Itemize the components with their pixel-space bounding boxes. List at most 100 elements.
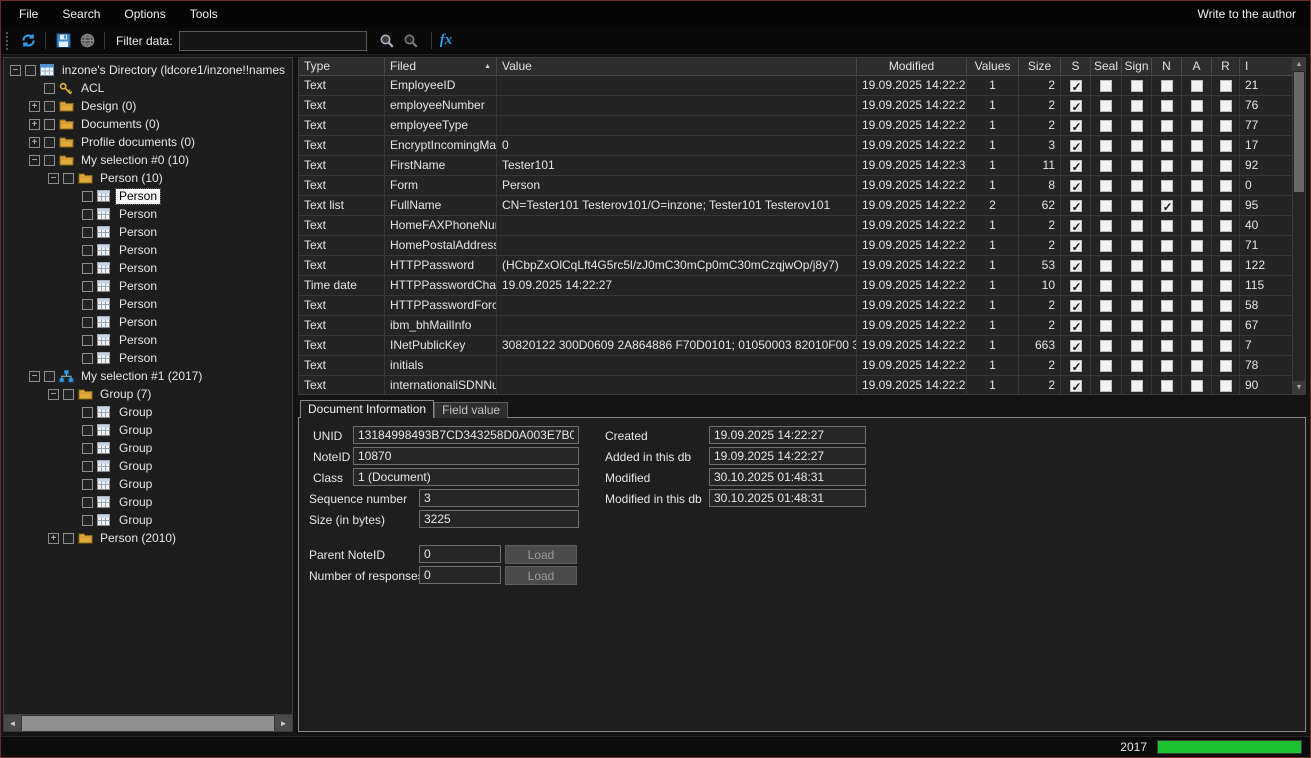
n-checkbox[interactable] — [1161, 340, 1173, 352]
tree-item[interactable]: Person — [4, 313, 292, 331]
tree-item[interactable]: −Group (7) — [4, 385, 292, 403]
r-checkbox[interactable] — [1220, 180, 1232, 192]
seal-checkbox[interactable] — [1100, 260, 1112, 272]
write-to-author-link[interactable]: Write to the author — [1198, 7, 1311, 21]
menu-file[interactable]: File — [7, 1, 50, 27]
tree-item-label[interactable]: Person — [116, 225, 160, 240]
a-checkbox[interactable] — [1191, 80, 1203, 92]
tree-item-label[interactable]: Design (0) — [78, 99, 139, 114]
sign-checkbox[interactable] — [1131, 100, 1143, 112]
tree-item-checkbox[interactable] — [82, 299, 93, 310]
tree-item-label[interactable]: Person — [116, 243, 160, 258]
column-header-size[interactable]: Size — [1019, 58, 1061, 76]
tree-item-label[interactable]: Person — [116, 261, 160, 276]
seal-checkbox[interactable] — [1100, 200, 1112, 212]
n-checkbox[interactable] — [1161, 300, 1173, 312]
table-row[interactable]: TextFirstNameTester10119.09.2025 14:22:3… — [299, 156, 1292, 176]
tree-item[interactable]: Group — [4, 403, 292, 421]
sign-checkbox[interactable] — [1131, 160, 1143, 172]
tree-item[interactable]: +Profile documents (0) — [4, 133, 292, 151]
seal-checkbox[interactable] — [1100, 80, 1112, 92]
tree-item-checkbox[interactable] — [63, 173, 74, 184]
n-checkbox[interactable] — [1161, 260, 1173, 272]
s-checkbox[interactable] — [1070, 200, 1082, 212]
table-row[interactable]: TextFormPerson19.09.2025 14:22:27180 — [299, 176, 1292, 196]
collapse-icon[interactable]: − — [48, 389, 59, 400]
tree-item-checkbox[interactable] — [63, 533, 74, 544]
table-row[interactable]: Time dateHTTPPasswordChan...19.09.2025 1… — [299, 276, 1292, 296]
column-header-i[interactable]: I — [1240, 58, 1292, 76]
s-checkbox[interactable] — [1070, 240, 1082, 252]
a-checkbox[interactable] — [1191, 320, 1203, 332]
table-row[interactable]: TextHomeFAXPhoneNum...19.09.2025 14:22:2… — [299, 216, 1292, 236]
tree-item-label[interactable]: Group — [116, 405, 155, 420]
r-checkbox[interactable] — [1220, 220, 1232, 232]
tree-item-label[interactable]: Person — [116, 279, 160, 294]
tree-item[interactable]: +Person (2010) — [4, 529, 292, 547]
s-checkbox[interactable] — [1070, 180, 1082, 192]
modified-field[interactable] — [709, 468, 866, 486]
a-checkbox[interactable] — [1191, 140, 1203, 152]
scroll-left-icon[interactable]: ◄ — [4, 715, 21, 732]
tree-item[interactable]: −My selection #1 (2017) — [4, 367, 292, 385]
tree-item-label[interactable]: My selection #0 (10) — [78, 153, 192, 168]
tab-document-information[interactable]: Document Information — [300, 400, 434, 418]
tree-item[interactable]: Group — [4, 439, 292, 457]
seal-checkbox[interactable] — [1100, 360, 1112, 372]
a-checkbox[interactable] — [1191, 180, 1203, 192]
tree-item[interactable]: Group — [4, 475, 292, 493]
tree-item[interactable]: Person — [4, 223, 292, 241]
r-checkbox[interactable] — [1220, 100, 1232, 112]
tree-item-checkbox[interactable] — [82, 407, 93, 418]
load-parent-button[interactable]: Load — [505, 545, 577, 564]
toolbar-grip[interactable] — [6, 32, 11, 50]
s-checkbox[interactable] — [1070, 220, 1082, 232]
n-checkbox[interactable] — [1161, 100, 1173, 112]
a-checkbox[interactable] — [1191, 260, 1203, 272]
tree-item[interactable]: Group — [4, 493, 292, 511]
r-checkbox[interactable] — [1220, 120, 1232, 132]
tree-item-checkbox[interactable] — [44, 83, 55, 94]
s-checkbox[interactable] — [1070, 160, 1082, 172]
table-row[interactable]: TextinternationaliSDNNu...19.09.2025 14:… — [299, 376, 1292, 394]
seal-checkbox[interactable] — [1100, 180, 1112, 192]
tree-item-label[interactable]: Person — [116, 315, 160, 330]
s-checkbox[interactable] — [1070, 300, 1082, 312]
tree-item-checkbox[interactable] — [82, 281, 93, 292]
column-header-filed[interactable]: Filed▲ — [385, 58, 497, 76]
globe-icon[interactable] — [75, 30, 99, 52]
tree-item[interactable]: Person — [4, 187, 292, 205]
column-header-modified[interactable]: Modified — [857, 58, 967, 76]
tree-item[interactable]: Person — [4, 241, 292, 259]
tree-item-label[interactable]: Person — [116, 333, 160, 348]
noteid-field[interactable] — [353, 447, 579, 465]
a-checkbox[interactable] — [1191, 160, 1203, 172]
tree-item-checkbox[interactable] — [63, 389, 74, 400]
s-checkbox[interactable] — [1070, 320, 1082, 332]
search-icon[interactable] — [375, 30, 399, 52]
sign-checkbox[interactable] — [1131, 380, 1143, 392]
r-checkbox[interactable] — [1220, 280, 1232, 292]
scroll-right-icon[interactable]: ► — [275, 715, 292, 732]
menu-tools[interactable]: Tools — [178, 1, 230, 27]
sign-checkbox[interactable] — [1131, 260, 1143, 272]
scroll-up-icon[interactable]: ▲ — [1293, 58, 1305, 71]
seal-checkbox[interactable] — [1100, 120, 1112, 132]
sign-checkbox[interactable] — [1131, 180, 1143, 192]
a-checkbox[interactable] — [1191, 380, 1203, 392]
tree-item-checkbox[interactable] — [44, 119, 55, 130]
tree-item-label[interactable]: Person (10) — [97, 171, 166, 186]
tree-item[interactable]: Group — [4, 511, 292, 529]
tree-item-checkbox[interactable] — [82, 209, 93, 220]
r-checkbox[interactable] — [1220, 300, 1232, 312]
tree-item-checkbox[interactable] — [82, 425, 93, 436]
table-row[interactable]: TextHTTPPasswordForce...19.09.2025 14:22… — [299, 296, 1292, 316]
r-checkbox[interactable] — [1220, 360, 1232, 372]
tree-item-checkbox[interactable] — [82, 245, 93, 256]
n-checkbox[interactable] — [1161, 120, 1173, 132]
table-row[interactable]: Textibm_bhMailInfo19.09.2025 14:22:27126… — [299, 316, 1292, 336]
class-field[interactable] — [353, 468, 579, 486]
collapse-icon[interactable]: − — [48, 173, 59, 184]
expand-icon[interactable]: + — [29, 137, 40, 148]
r-checkbox[interactable] — [1220, 160, 1232, 172]
